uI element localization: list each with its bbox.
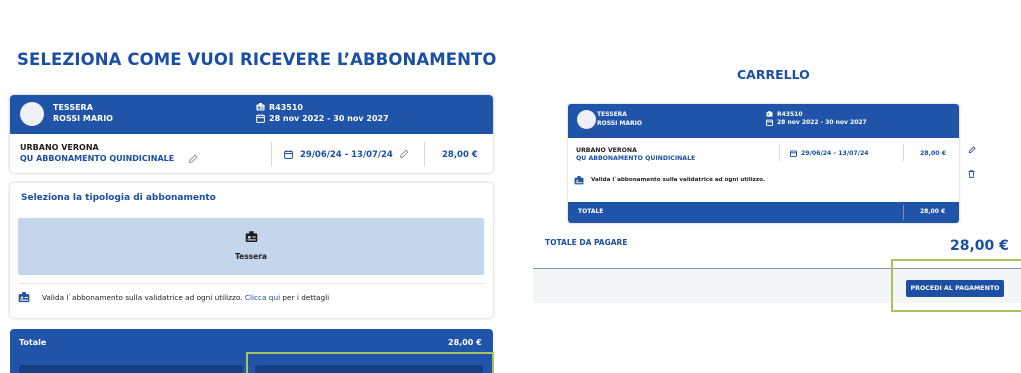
- pencil-icon[interactable]: [188, 154, 198, 164]
- total-value: 28,00 €: [920, 208, 946, 215]
- validation-note: Valida l`abbonamento sulla validatrice a…: [42, 293, 329, 302]
- cart-card-header: TESSERA ROSSI MARIO R43510 28 nov 2022 -…: [568, 104, 959, 138]
- page-title: SELEZIONA COME VUOI RICEVERE L’ABBONAMEN…: [17, 50, 497, 69]
- product-type: QU ABBONAMENTO QUINDICINALE: [20, 154, 175, 163]
- item-price: 28,00 €: [442, 150, 478, 160]
- product-type: QU ABBONAMENTO QUINDICINALE: [576, 155, 696, 162]
- column-divider: [903, 144, 904, 161]
- details-link[interactable]: Clicca qui: [245, 293, 280, 302]
- card-type: TESSERA: [53, 103, 93, 112]
- id-card-icon: [245, 231, 258, 243]
- product-name: URBANO VERONA: [576, 147, 637, 154]
- option-tessera[interactable]: Tessera: [18, 218, 484, 275]
- avatar: [20, 102, 44, 126]
- id-card-icon: [256, 103, 265, 111]
- tipologia-section: Seleziona la tipologia di abbonamento Te…: [10, 183, 493, 318]
- card-code: R43510: [269, 103, 303, 112]
- total-label: Totale: [19, 338, 47, 347]
- calendar-icon: [256, 114, 265, 123]
- id-card-icon: [766, 111, 773, 117]
- card-code: R43510: [777, 111, 803, 118]
- column-divider: [424, 142, 425, 166]
- secondary-button[interactable]: [19, 365, 243, 373]
- note-text-suffix: per i dettagli: [280, 293, 330, 302]
- avatar: [577, 110, 596, 129]
- card-holder: ROSSI MARIO: [53, 114, 113, 123]
- column-divider: [271, 142, 272, 166]
- item-price: 28,00 €: [920, 150, 947, 157]
- calendar-icon: [790, 150, 797, 157]
- highlight-box: [891, 259, 1021, 312]
- tipologia-heading: Seleziona la tipologia di abbonamento: [21, 193, 216, 203]
- cart-title: CARRELLO: [737, 67, 810, 82]
- section-divider: [18, 283, 484, 284]
- card-header: TESSERA ROSSI MARIO R43510 28 nov 2022 -…: [10, 95, 493, 134]
- id-card-icon: [574, 176, 584, 185]
- total-to-pay-label: TOTALE DA PAGARE: [545, 238, 628, 247]
- column-divider: [903, 205, 904, 220]
- cart-card: TESSERA ROSSI MARIO R43510 28 nov 2022 -…: [568, 104, 959, 223]
- validation-note: Valida l`abbonamento sulla validatrice a…: [591, 177, 766, 183]
- option-label: Tessera: [235, 252, 267, 261]
- subscription-period: 29/06/24 - 13/07/24: [801, 150, 869, 157]
- column-divider: [779, 144, 780, 161]
- total-label: TOTALE: [578, 208, 604, 215]
- highlight-box: [246, 352, 494, 373]
- trash-icon[interactable]: [968, 170, 975, 178]
- id-card-icon: [18, 292, 30, 303]
- calendar-icon: [284, 150, 293, 159]
- card-holder: ROSSI MARIO: [597, 120, 642, 127]
- calendar-icon: [766, 119, 773, 126]
- card-validity: 28 nov 2022 - 30 nov 2027: [777, 119, 867, 126]
- total-to-pay-amount: 28,00 €: [950, 238, 1009, 254]
- card-type: TESSERA: [597, 111, 627, 118]
- card-validity: 28 nov 2022 - 30 nov 2027: [269, 114, 389, 123]
- subscription-card: TESSERA ROSSI MARIO R43510 28 nov 2022 -…: [10, 95, 493, 173]
- pencil-icon[interactable]: [968, 146, 976, 154]
- note-text: Valida l`abbonamento sulla validatrice a…: [42, 293, 245, 302]
- subscription-period: 29/06/24 - 13/07/24: [300, 150, 393, 160]
- total-value: 28,00 €: [448, 338, 482, 347]
- cart-total-bar: TOTALE 28,00 €: [568, 202, 959, 223]
- pencil-icon[interactable]: [399, 149, 409, 159]
- product-name: URBANO VERONA: [20, 143, 99, 152]
